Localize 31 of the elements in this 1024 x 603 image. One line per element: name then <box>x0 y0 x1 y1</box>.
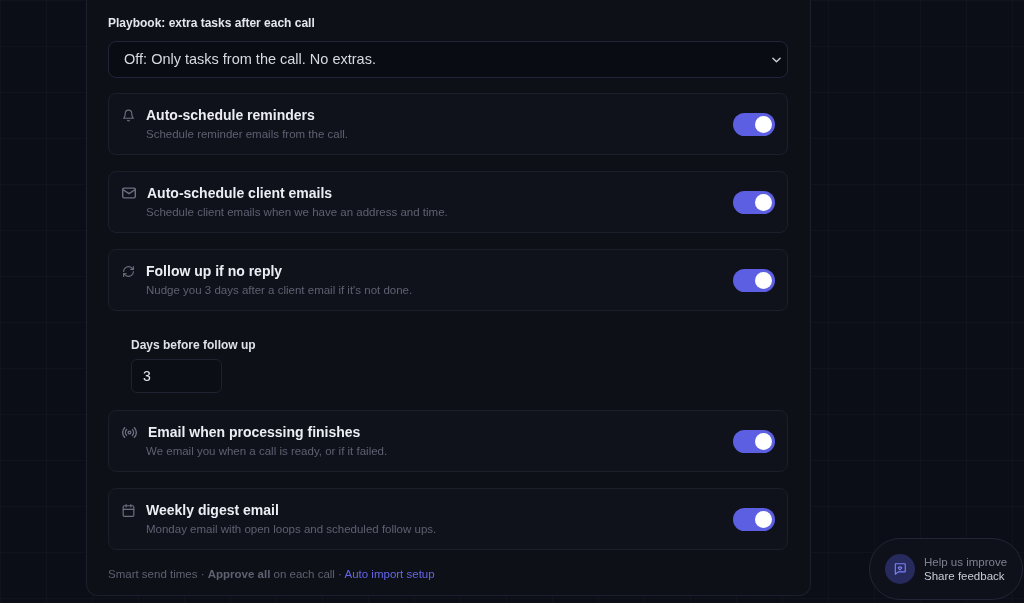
section-label: Playbook: extra tasks after each call <box>108 15 316 31</box>
setting-title: Auto-schedule reminders <box>146 106 315 124</box>
footer-note: Smart send times · Approve all on each call · Auto import setup <box>108 567 436 582</box>
field-label: Days before follow up <box>131 337 257 353</box>
setting-description: Schedule reminder emails from the call. <box>146 127 349 142</box>
toggle-switch[interactable] <box>733 190 775 214</box>
setting-title: Follow up if no reply <box>146 262 283 280</box>
toggle-switch[interactable] <box>733 112 775 136</box>
chat-bubble-icon <box>885 554 915 584</box>
mail-icon <box>122 187 136 199</box>
toggle-switch[interactable] <box>733 268 775 292</box>
chevron-down-icon <box>772 56 781 63</box>
setting-description: Nudge you 3 days after a client email if it's not done. <box>146 283 414 298</box>
setting-title: Auto-schedule client emails <box>147 184 333 202</box>
calendar-icon <box>122 503 135 517</box>
playbook-select[interactable]: Off: Only tasks from the call. No extras. <box>108 41 788 78</box>
number-input[interactable]: 3 <box>131 359 222 393</box>
broadcast-icon <box>122 426 137 438</box>
setting-description: Monday email with open loops and scheduled follow ups. <box>146 522 438 537</box>
setting-title: Email when processing finishes <box>148 423 361 441</box>
setting-description: Schedule client emails when we have an address and time. <box>146 205 449 220</box>
setting-description: We email you when a call is ready, or if it failed. <box>146 444 389 459</box>
auto-import-link[interactable]: Auto import setup <box>344 568 435 580</box>
feedback-pill[interactable]: Help us improve Share feedback <box>869 538 1023 600</box>
toggle-switch[interactable] <box>733 429 775 453</box>
bell-icon <box>122 108 135 122</box>
feedback-title: Help us improve <box>924 555 1008 569</box>
setting-title: Weekly digest email <box>146 501 279 519</box>
refresh-icon <box>122 264 135 278</box>
feedback-subtitle: Share feedback <box>924 569 1006 583</box>
toggle-switch[interactable] <box>733 507 775 531</box>
